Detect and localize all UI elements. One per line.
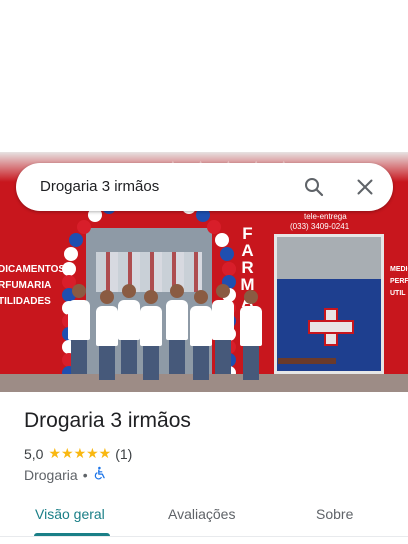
staff-person (96, 290, 118, 380)
right-sign-line: PERF (390, 278, 408, 285)
balloon (77, 219, 92, 234)
category-row: Drogaria • (24, 466, 107, 483)
place-panel: ▲▲▲▲▲ DICAMENTOS RFUMARIA TILIDADES FARM… (0, 0, 408, 544)
left-sign-line: TILIDADES (0, 296, 51, 307)
rating-row[interactable]: 5,0 ★★★★★ (1) (24, 445, 132, 462)
place-title: Drogaria 3 irmãos (24, 409, 191, 432)
balloon (222, 262, 236, 276)
photo-cross-sign-horizontal (308, 320, 354, 334)
photo-left-sign: DICAMENTOS RFUMARIA TILIDADES (0, 262, 68, 310)
tab-about[interactable]: Sobre (316, 506, 353, 522)
staff-person (68, 284, 90, 374)
balloon (62, 262, 76, 276)
photo-right-sign: MEDIC PERF UTIL (390, 264, 408, 300)
delivery-label: tele-entrega (304, 212, 347, 221)
separator-dot: • (82, 466, 88, 483)
balloon (220, 247, 235, 262)
right-sign-line: UTIL (390, 290, 406, 297)
staff-person (212, 284, 234, 374)
photo-bench (278, 358, 336, 364)
photo-window-glass (277, 237, 381, 279)
search-query[interactable]: Drogaria 3 irmãos (40, 178, 159, 195)
delivery-phone: (033) 3409-0241 (290, 222, 350, 231)
close-icon[interactable] (353, 175, 377, 199)
review-count[interactable]: (1) (115, 446, 132, 462)
balloon (63, 247, 78, 262)
left-sign-line: DICAMENTOS (0, 264, 66, 275)
right-sign-line: MEDIC (390, 266, 408, 273)
place-category[interactable]: Drogaria (24, 467, 78, 483)
wheelchair-icon (93, 466, 107, 483)
photo-store-window (274, 234, 384, 374)
star-rating-icon: ★★★★★ (48, 445, 112, 461)
place-tabs: Visão geral Avaliações Sobre (0, 494, 408, 544)
rating-value: 5,0 (24, 445, 44, 462)
left-sign-line: RFUMARIA (0, 280, 52, 291)
search-icon[interactable] (302, 175, 326, 199)
balloon (68, 232, 83, 247)
staff-person (118, 284, 140, 374)
balloon (206, 219, 221, 234)
tab-overview[interactable]: Visão geral (35, 506, 105, 522)
photo-delivery-sign: tele-entrega (033) 3409-0241 (290, 212, 349, 232)
staff-person (190, 290, 212, 380)
balloon (215, 232, 230, 247)
search-bar[interactable]: Drogaria 3 irmãos (16, 163, 393, 211)
tab-reviews[interactable]: Avaliações (168, 506, 235, 522)
staff-person (140, 290, 162, 380)
staff-person (166, 284, 188, 374)
tabs-divider (0, 536, 408, 537)
staff-person (240, 290, 262, 380)
